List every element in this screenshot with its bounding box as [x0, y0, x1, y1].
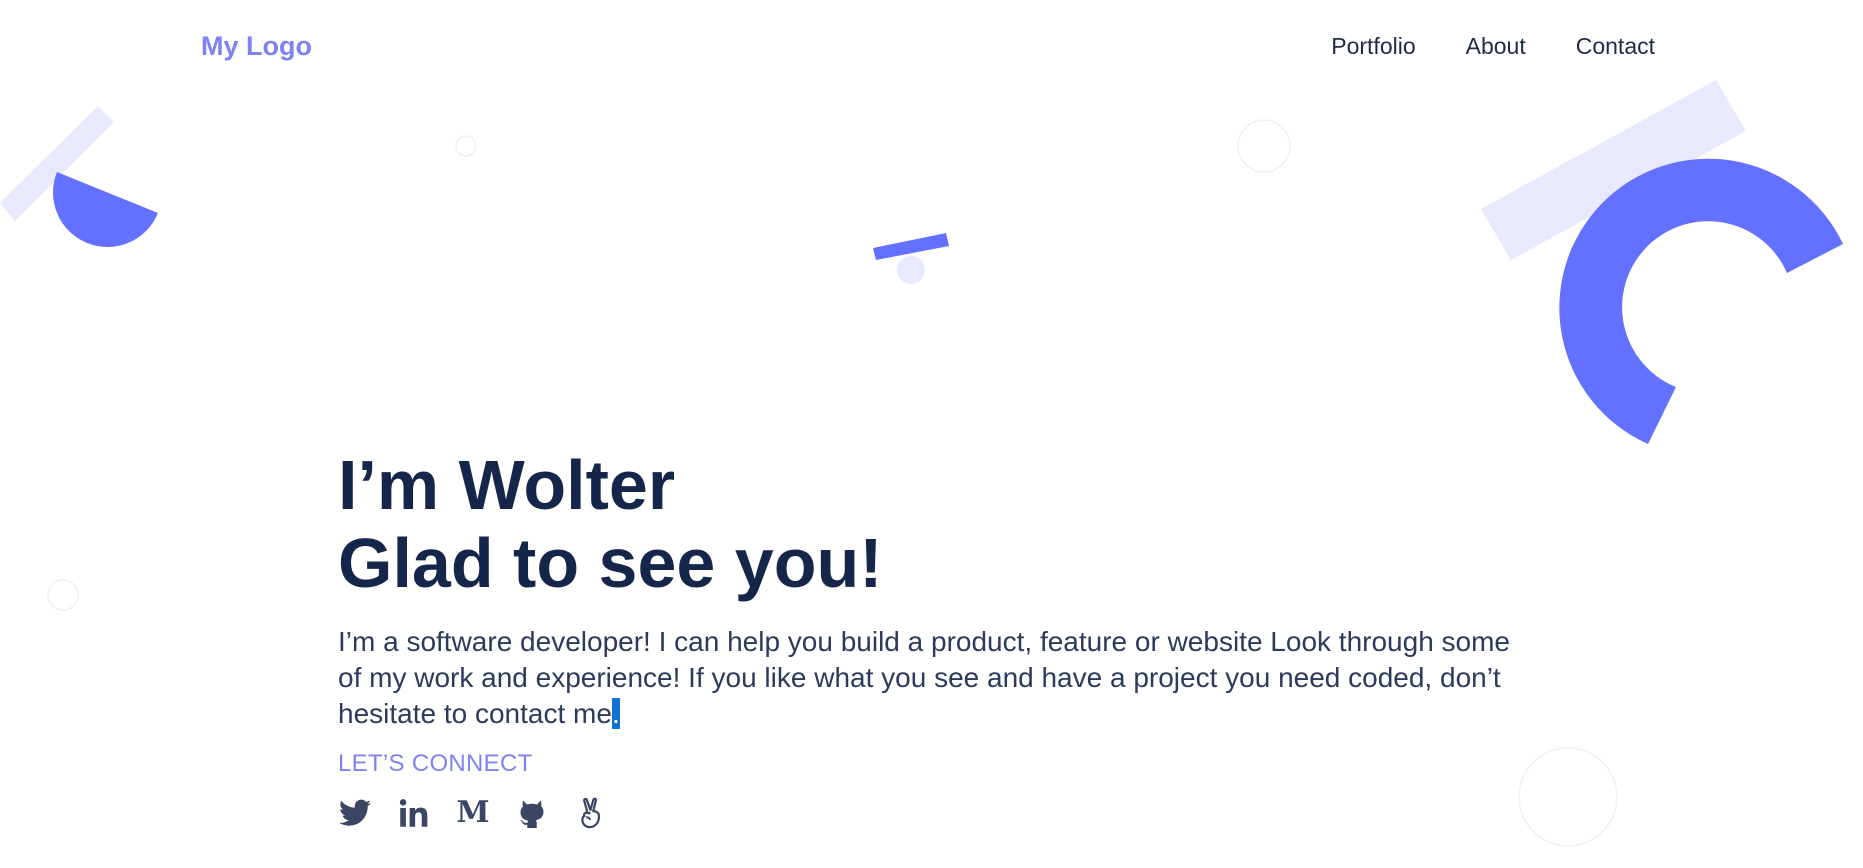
- medium-icon: M: [456, 795, 490, 830]
- small-bar-shape: [873, 233, 949, 260]
- ring-shape: [47, 579, 79, 611]
- social-links: M: [338, 796, 1538, 830]
- light-bar-shape: [1481, 80, 1746, 260]
- half-circle-shape: [53, 172, 158, 247]
- hero-title-line1: I’m Wolter: [338, 446, 676, 524]
- main-nav: Portfolio About Contact: [1331, 33, 1655, 60]
- selected-text: .: [611, 698, 620, 729]
- ring-shape: [1237, 119, 1291, 173]
- ring-shape: [455, 135, 477, 157]
- dot-shape: [897, 256, 925, 284]
- twitter-link[interactable]: [338, 796, 372, 830]
- hero-title: I’m Wolter Glad to see you!: [338, 446, 1538, 602]
- nav-link-contact[interactable]: Contact: [1576, 33, 1655, 60]
- twitter-icon: [339, 799, 371, 826]
- logo[interactable]: My Logo: [201, 31, 312, 62]
- github-link[interactable]: [515, 796, 549, 830]
- github-icon: [520, 800, 544, 828]
- nav-link-portfolio[interactable]: Portfolio: [1331, 33, 1415, 60]
- hero-description-text: I’m a software developer! I can help you…: [338, 626, 1511, 729]
- peace-hand-icon: [581, 797, 601, 829]
- light-bar-shape: [0, 106, 114, 221]
- hero-title-line2: Glad to see you!: [338, 524, 883, 602]
- page: My Logo Portfolio About Contact I’m Wolt…: [0, 0, 1863, 868]
- hero-section: I’m Wolter Glad to see you! I’m a softwa…: [338, 446, 1538, 830]
- nav-link-about[interactable]: About: [1466, 33, 1526, 60]
- big-arc-shape: [1559, 158, 1843, 444]
- linkedin-icon: [399, 799, 428, 827]
- angellist-link[interactable]: [574, 796, 608, 830]
- connect-label: LET’S CONNECT: [338, 750, 533, 777]
- linkedin-link[interactable]: [397, 796, 431, 830]
- hero-description: I’m a software developer! I can help you…: [338, 624, 1528, 732]
- medium-link[interactable]: M: [456, 796, 490, 830]
